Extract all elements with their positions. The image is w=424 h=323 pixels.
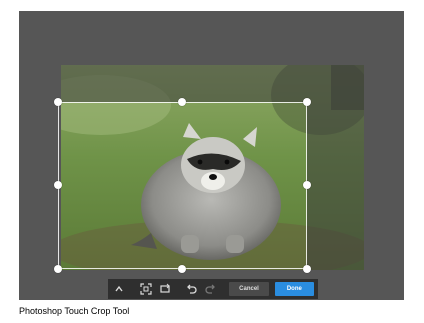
crop-handle-top[interactable] [178, 98, 186, 106]
canvas-area: Cancel Done [19, 11, 404, 300]
chevron-up-icon[interactable] [112, 281, 126, 297]
crop-toolbar: Cancel Done [108, 279, 318, 299]
redo-icon[interactable] [203, 281, 217, 297]
crop-dim-top [61, 65, 364, 102]
rotate-crop-icon[interactable] [158, 281, 172, 297]
crop-handle-top-right[interactable] [303, 98, 311, 106]
crop-dim-right [307, 102, 364, 270]
done-button[interactable]: Done [274, 282, 314, 296]
crop-handle-bottom-left[interactable] [54, 265, 62, 273]
caption: Photoshop Touch Crop Tool [19, 306, 130, 316]
crop-handle-left[interactable] [54, 181, 62, 189]
crop-frame[interactable] [58, 102, 307, 269]
cancel-button[interactable]: Cancel [229, 282, 269, 296]
undo-icon[interactable] [185, 281, 199, 297]
auto-crop-icon[interactable] [139, 281, 153, 297]
crop-handle-bottom-right[interactable] [303, 265, 311, 273]
crop-handle-right[interactable] [303, 181, 311, 189]
crop-handle-bottom[interactable] [178, 265, 186, 273]
crop-handle-top-left[interactable] [54, 98, 62, 106]
